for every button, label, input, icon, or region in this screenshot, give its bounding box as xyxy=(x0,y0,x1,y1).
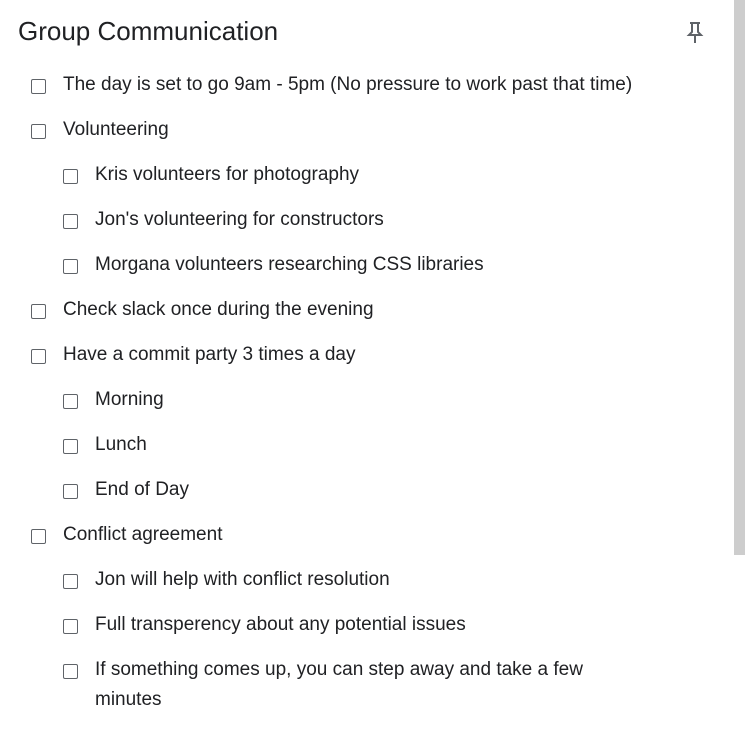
scrollbar[interactable] xyxy=(734,0,745,555)
checklist-item-text[interactable]: Jon will help with conflict resolution xyxy=(95,565,390,595)
checkbox[interactable] xyxy=(31,79,46,94)
checkbox[interactable] xyxy=(63,484,78,499)
checkbox[interactable] xyxy=(63,619,78,634)
checklist-item-text[interactable]: Morgana volunteers researching CSS libra… xyxy=(95,250,484,280)
checklist-item: Lunch xyxy=(0,430,730,475)
checklist: The day is set to go 9am - 5pm (No press… xyxy=(0,70,730,715)
checkbox[interactable] xyxy=(63,259,78,274)
checklist-item-text[interactable]: Morning xyxy=(95,385,164,415)
checklist-item: Check slack once during the evening xyxy=(0,295,730,340)
checklist-item-text[interactable]: If something comes up, you can step away… xyxy=(95,655,635,715)
checklist-item: Jon's volunteering for constructors xyxy=(0,205,730,250)
checklist-item: If something comes up, you can step away… xyxy=(0,655,730,715)
checklist-item-text[interactable]: Have a commit party 3 times a day xyxy=(63,340,356,370)
checkbox[interactable] xyxy=(63,394,78,409)
checklist-item-text[interactable]: Jon's volunteering for constructors xyxy=(95,205,384,235)
pin-icon[interactable] xyxy=(684,20,706,46)
checklist-item: Kris volunteers for photography xyxy=(0,160,730,205)
checklist-item: The day is set to go 9am - 5pm (No press… xyxy=(0,70,730,115)
checklist-item: Volunteering xyxy=(0,115,730,160)
checklist-item: Jon will help with conflict resolution xyxy=(0,565,730,610)
checklist-item: Conflict agreement xyxy=(0,520,730,565)
checkbox[interactable] xyxy=(31,529,46,544)
checkbox[interactable] xyxy=(63,439,78,454)
checkbox[interactable] xyxy=(31,304,46,319)
checkbox[interactable] xyxy=(63,664,78,679)
checklist-item: Have a commit party 3 times a day xyxy=(0,340,730,385)
checkbox[interactable] xyxy=(63,574,78,589)
checklist-item-text[interactable]: Check slack once during the evening xyxy=(63,295,374,325)
checkbox[interactable] xyxy=(63,169,78,184)
checkbox[interactable] xyxy=(63,214,78,229)
checklist-item: Morgana volunteers researching CSS libra… xyxy=(0,250,730,295)
checklist-item-text[interactable]: The day is set to go 9am - 5pm (No press… xyxy=(63,70,632,100)
checkbox[interactable] xyxy=(31,124,46,139)
checklist-item-text[interactable]: Volunteering xyxy=(63,115,169,145)
checklist-item-text[interactable]: Full transperency about any potential is… xyxy=(95,610,466,640)
checklist-item-text[interactable]: Conflict agreement xyxy=(63,520,222,550)
checkbox[interactable] xyxy=(31,349,46,364)
checklist-item-text[interactable]: Lunch xyxy=(95,430,147,460)
checklist-item-text[interactable]: End of Day xyxy=(95,475,189,505)
checklist-item: Morning xyxy=(0,385,730,430)
note-title[interactable]: Group Communication xyxy=(18,16,278,47)
checklist-item-text[interactable]: Kris volunteers for photography xyxy=(95,160,359,190)
checklist-item: Full transperency about any potential is… xyxy=(0,610,730,655)
checklist-item: End of Day xyxy=(0,475,730,520)
